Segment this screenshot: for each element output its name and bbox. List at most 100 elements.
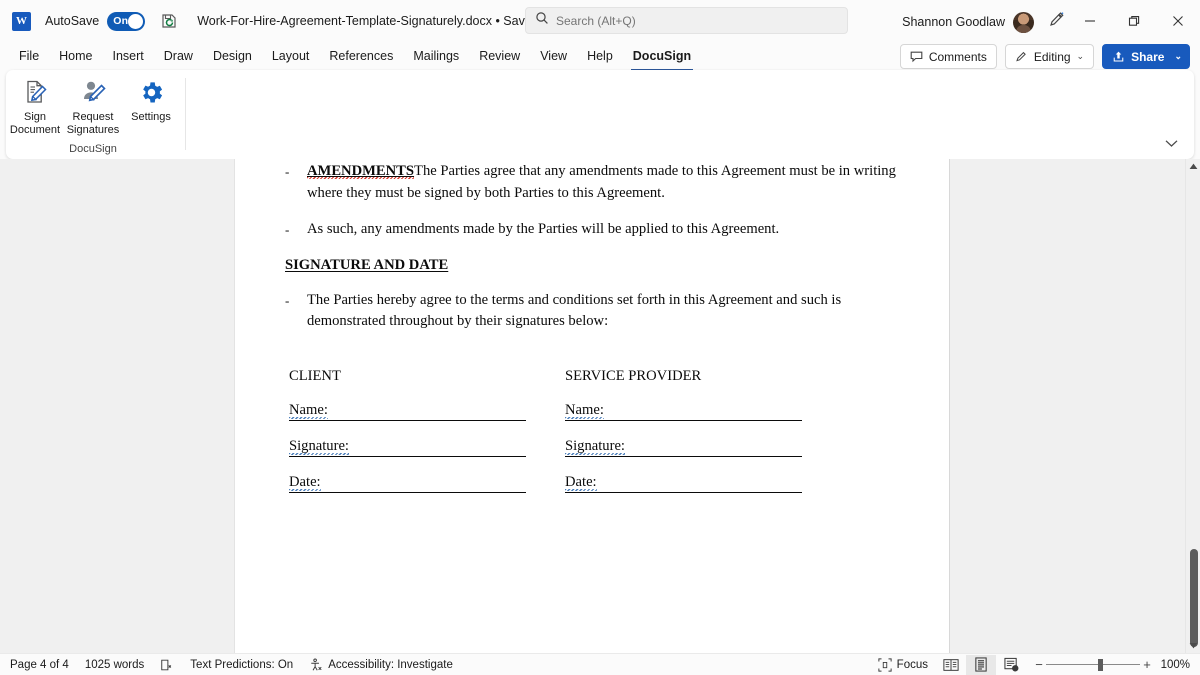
- autosave-state: On: [113, 15, 129, 27]
- accessibility-status[interactable]: Accessibility: Investigate: [301, 655, 461, 675]
- docusign-group-title: DocuSign: [69, 143, 117, 155]
- docusign-group: Sign Document Request Signatures Setting…: [6, 70, 180, 159]
- zoom-out-button[interactable]: −: [1032, 657, 1046, 672]
- text-predictions-status[interactable]: Text Predictions: On: [182, 655, 301, 675]
- ink-pen-icon[interactable]: [1048, 11, 1065, 33]
- share-label: Share: [1131, 49, 1165, 64]
- tab-home[interactable]: Home: [49, 43, 102, 69]
- search-input[interactable]: [556, 13, 806, 28]
- client-signature-line[interactable]: Signature:: [289, 437, 526, 457]
- word-window: W AutoSave On Work-For-Hire-Agreement-Te…: [0, 0, 1200, 675]
- autosave-label: AutoSave: [45, 14, 100, 28]
- bullet-marker: -: [285, 222, 290, 237]
- ribbon-group-separator: [185, 78, 186, 150]
- focus-icon: [878, 657, 892, 672]
- client-date-label: Date:: [289, 473, 321, 491]
- scrollbar-thumb[interactable]: [1190, 549, 1198, 647]
- service-provider-title: SERVICE PROVIDER: [565, 367, 702, 384]
- account-area[interactable]: Shannon Goodlaw: [902, 11, 1065, 33]
- document-page[interactable]: - AMENDMENTSThe Parties agree that any a…: [234, 159, 950, 653]
- tab-mailings[interactable]: Mailings: [403, 43, 469, 69]
- account-name: Shannon Goodlaw: [902, 15, 1005, 29]
- tab-view[interactable]: View: [530, 43, 577, 69]
- page-indicator[interactable]: Page 4 of 4: [2, 655, 77, 675]
- bullet-marker: -: [285, 164, 290, 179]
- settings-gear-icon: [122, 76, 180, 108]
- tab-review[interactable]: Review: [469, 43, 530, 69]
- search-icon: [535, 11, 549, 30]
- signature-and-date-heading: SIGNATURE AND DATE: [285, 256, 449, 273]
- minimize-button[interactable]: [1068, 0, 1112, 42]
- sign-document-button[interactable]: Sign Document: [6, 76, 64, 137]
- title-bar: W AutoSave On Work-For-Hire-Agreement-Te…: [0, 0, 1200, 42]
- accessibility-icon: [311, 657, 322, 670]
- tab-insert[interactable]: Insert: [103, 43, 154, 69]
- provider-signature-label: Signature:: [565, 437, 625, 455]
- signature-block-client: CLIENT Name: Signature: Date:: [289, 368, 529, 493]
- window-controls: [1068, 0, 1200, 42]
- settings-button[interactable]: Settings: [122, 76, 180, 124]
- settings-label-1: Settings: [131, 111, 171, 123]
- page-content: - AMENDMENTSThe Parties agree that any a…: [235, 161, 949, 493]
- client-title: CLIENT: [289, 367, 341, 384]
- editing-mode-button[interactable]: Editing ⌄: [1004, 44, 1095, 69]
- editing-chevron-down-icon: ⌄: [1076, 51, 1085, 61]
- tab-design[interactable]: Design: [203, 43, 262, 69]
- print-layout-icon: [975, 657, 987, 672]
- web-layout-button[interactable]: [996, 655, 1026, 675]
- editing-label: Editing: [1033, 49, 1071, 64]
- provider-date-line[interactable]: Date:: [565, 473, 802, 493]
- tab-layout[interactable]: Layout: [262, 43, 320, 69]
- zoom-track[interactable]: [1046, 658, 1140, 671]
- client-name-line[interactable]: Name:: [289, 401, 526, 421]
- tab-docusign[interactable]: DocuSign: [623, 43, 701, 71]
- accessibility-label: Accessibility: Investigate: [328, 658, 453, 671]
- zoom-in-button[interactable]: +: [1140, 657, 1154, 672]
- zoom-value[interactable]: 100%: [1160, 659, 1194, 671]
- sign-document-icon: [6, 76, 64, 108]
- read-mode-button[interactable]: [936, 655, 966, 675]
- sign-document-label-1: Sign: [23, 111, 47, 123]
- toggle-knob: [128, 13, 144, 29]
- tab-help[interactable]: Help: [577, 43, 623, 69]
- search-box[interactable]: [525, 7, 848, 34]
- scroll-up-arrow-icon[interactable]: [1186, 159, 1200, 174]
- signature-block-service-provider: SERVICE PROVIDER Name: Signature: Date:: [565, 368, 805, 493]
- print-layout-button[interactable]: [966, 654, 996, 675]
- provider-name-label: Name:: [565, 401, 604, 419]
- status-bar: Page 4 of 4 1025 words Text Predictions:…: [0, 653, 1200, 675]
- provider-signature-line[interactable]: Signature:: [565, 437, 802, 457]
- zoom-slider[interactable]: − +: [1032, 657, 1154, 672]
- bullet-amendments-text: AMENDMENTSThe Parties agree that any ame…: [307, 161, 899, 204]
- request-signatures-button[interactable]: Request Signatures: [64, 76, 122, 137]
- bullet-parties-agree: - The Parties hereby agree to the terms …: [285, 290, 899, 333]
- ribbon-collapse-button[interactable]: [1160, 133, 1182, 153]
- tab-references[interactable]: References: [319, 43, 403, 69]
- client-name-label: Name:: [289, 401, 328, 419]
- tab-draw[interactable]: Draw: [154, 43, 203, 69]
- provider-name-line[interactable]: Name:: [565, 401, 802, 421]
- autosave-toggle[interactable]: On: [107, 11, 146, 31]
- request-signatures-label-1: Request: [72, 111, 114, 123]
- amendments-lead: AMENDMENTS: [307, 163, 415, 179]
- document-title[interactable]: Work-For-Hire-Agreement-Template-Signatu…: [197, 14, 539, 28]
- tab-file[interactable]: File: [9, 43, 49, 69]
- proofing-status-button[interactable]: [152, 655, 182, 675]
- document-canvas: - AMENDMENTSThe Parties agree that any a…: [0, 159, 1200, 653]
- avatar[interactable]: [1013, 11, 1034, 33]
- focus-button[interactable]: Focus: [870, 655, 936, 675]
- ribbon: Sign Document Request Signatures Setting…: [6, 70, 1194, 159]
- client-signature-label: Signature:: [289, 437, 349, 455]
- vertical-scrollbar[interactable]: [1185, 159, 1200, 653]
- comments-button[interactable]: Comments: [899, 44, 997, 69]
- word-count[interactable]: 1025 words: [77, 655, 152, 675]
- restore-button[interactable]: [1112, 0, 1156, 42]
- client-date-line[interactable]: Date:: [289, 473, 526, 493]
- scroll-down-arrow-icon[interactable]: [1186, 638, 1200, 653]
- status-bar-right: Focus − + 100%: [870, 654, 1194, 675]
- save-sync-icon[interactable]: [159, 11, 179, 31]
- request-signatures-icon: [64, 76, 122, 108]
- close-button[interactable]: [1156, 0, 1200, 42]
- share-button[interactable]: Share ⌄: [1102, 44, 1190, 69]
- zoom-thumb[interactable]: [1098, 658, 1103, 671]
